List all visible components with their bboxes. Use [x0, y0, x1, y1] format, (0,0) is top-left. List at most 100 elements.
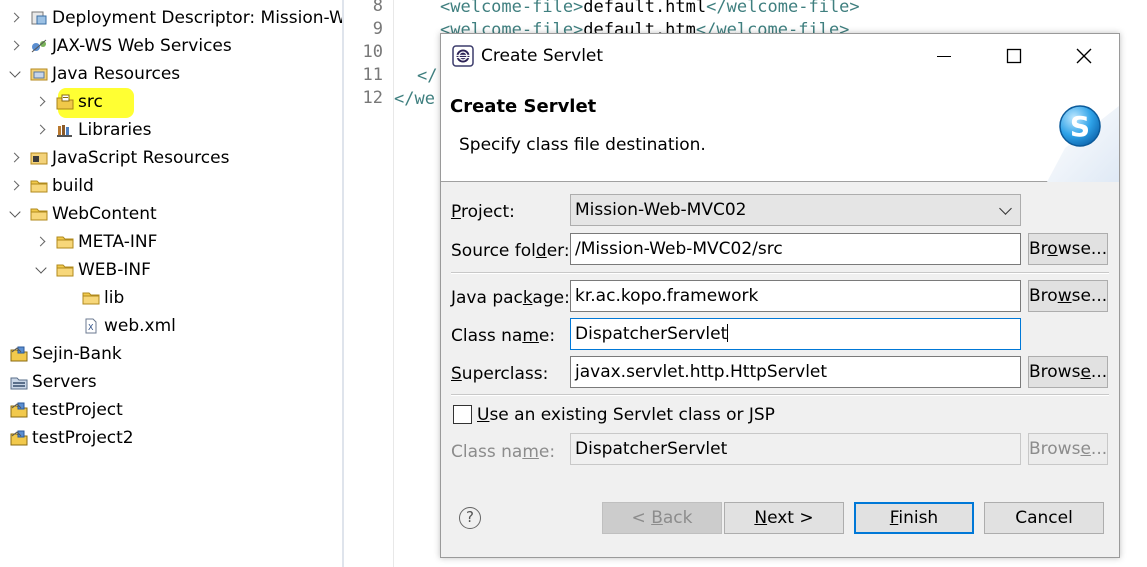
tree-item-label: Java Resources [52, 64, 181, 84]
maximize-icon [1006, 48, 1022, 64]
line-number: 11 [362, 65, 383, 85]
superclass-label: Superclass: [451, 364, 549, 384]
code-tag: </we [394, 89, 435, 109]
tree-item-label: build [52, 176, 94, 196]
tree-item[interactable]: META-INF [34, 228, 157, 256]
source-folder-icon [56, 94, 74, 110]
folder-icon [30, 206, 48, 222]
existing-class-name-input: DispatcherServlet [570, 433, 1021, 465]
tree-item-label: src [78, 92, 103, 112]
code-line[interactable]: </ [417, 65, 437, 88]
tree-item[interactable]: Servers [10, 368, 97, 396]
chevron-down-icon[interactable] [34, 263, 48, 277]
eclipse-icon [452, 45, 474, 67]
xml-file-icon: X [82, 318, 100, 334]
separator-highlight [451, 273, 1109, 274]
tree-item-label: Servers [32, 372, 97, 392]
use-existing-servlet-checkbox[interactable] [453, 405, 472, 424]
wizard-page-title: Create Servlet [450, 96, 597, 117]
tree-item[interactable]: Java Resources [8, 60, 180, 88]
chevron-right-icon[interactable] [34, 235, 48, 249]
javascript-resources-icon [30, 150, 48, 166]
code-text: default.html [583, 0, 707, 17]
chevron-down-icon[interactable] [8, 67, 22, 81]
superclass-browse-button[interactable]: Browse... [1028, 356, 1108, 388]
tree-item[interactable]: JAX-WS Web Services [8, 32, 232, 60]
code-line[interactable]: <welcome-file>default.html</welcome-file… [440, 0, 860, 19]
maximize-button[interactable] [979, 34, 1049, 78]
superclass-input[interactable]: javax.servlet.http.HttpServlet [570, 356, 1021, 388]
java-package-input[interactable]: kr.ac.kopo.framework [570, 280, 1021, 312]
dialog-title: Create Servlet [481, 46, 604, 66]
tree-item[interactable]: WEB-INF [34, 256, 151, 284]
next-button[interactable]: Next > [724, 502, 844, 534]
folder-icon [30, 178, 48, 194]
line-number: 9 [372, 19, 383, 39]
chevron-right-icon[interactable] [8, 179, 22, 193]
help-icon[interactable]: ? [459, 507, 481, 529]
project-combo[interactable]: Mission-Web-MVC02 [570, 194, 1021, 226]
dialog-titlebar[interactable]: Create Servlet [441, 34, 1119, 78]
use-existing-servlet-label[interactable]: Use an existing Servlet class or JSP [477, 405, 775, 425]
tree-item[interactable]: lib [82, 284, 124, 312]
minimize-button[interactable] [909, 34, 979, 78]
tree-item[interactable]: testProject2 [10, 424, 134, 452]
tree-item[interactable]: WebContent [8, 200, 157, 228]
svg-text:X: X [88, 323, 94, 332]
tree-item-label: JAX-WS Web Services [52, 36, 232, 56]
chevron-down-icon[interactable] [8, 207, 22, 221]
tree-item[interactable]: src [34, 88, 103, 116]
servlet-wizard-icon: S [1047, 88, 1119, 182]
project-icon [10, 346, 28, 362]
wizard-banner: Create Servlet Specify class file destin… [441, 78, 1119, 182]
line-number: 10 [362, 42, 383, 62]
tree-item[interactable]: build [8, 172, 94, 200]
separator-highlight [451, 395, 1109, 396]
finish-button[interactable]: Finish [854, 502, 974, 534]
chevron-right-icon[interactable] [8, 151, 22, 165]
chevron-right-icon[interactable] [8, 39, 22, 53]
tree-item-label: JavaScript Resources [52, 148, 230, 168]
chevron-right-icon[interactable] [34, 95, 48, 109]
project-label: Project: [451, 202, 515, 222]
java-resources-icon [30, 66, 48, 82]
chevron-down-icon [999, 202, 1012, 215]
tree-item[interactable]: Deployment Descriptor: Mission-W [8, 4, 342, 32]
tree-item[interactable]: testProject [10, 396, 123, 424]
project-explorer: Deployment Descriptor: Mission-W JAX-WS W… [0, 0, 342, 567]
class-name-input[interactable]: DispatcherServlet [570, 318, 1021, 350]
tree-item[interactable]: Xweb.xml [82, 312, 176, 340]
cancel-button[interactable]: Cancel [984, 502, 1104, 534]
line-number: 12 [362, 88, 383, 108]
close-button[interactable] [1049, 34, 1119, 78]
tree-item[interactable]: Libraries [34, 116, 151, 144]
source-folder-label: Source folder: [451, 241, 570, 261]
tree-item-label: web.xml [104, 316, 176, 336]
chevron-right-icon[interactable] [34, 123, 48, 137]
tree-item-label: WebContent [52, 204, 157, 224]
folder-icon [56, 262, 74, 278]
tree-item-label: Sejin-Bank [32, 344, 122, 364]
servers-folder-icon [10, 374, 28, 390]
source-folder-input[interactable]: /Mission-Web-MVC02/src [570, 233, 1021, 265]
project-combo-value: Mission-Web-MVC02 [575, 200, 747, 220]
tree-item-label: Libraries [78, 120, 152, 140]
close-icon [1076, 48, 1092, 64]
project-icon [10, 430, 28, 446]
tree-item[interactable]: JavaScript Resources [8, 144, 229, 172]
tree-item-label: META-INF [78, 232, 158, 252]
tree-item[interactable]: Sejin-Bank [10, 340, 122, 368]
folder-icon [56, 234, 74, 250]
code-tag: </ [417, 66, 438, 86]
code-line[interactable]: </we [394, 88, 435, 111]
tree-item-label: lib [104, 288, 125, 308]
project-icon [10, 402, 28, 418]
tree-item-label: Deployment Descriptor: Mission-W [52, 8, 342, 28]
source-folder-browse-button[interactable]: Browse... [1028, 233, 1108, 265]
code-tag: <welcome-file> [440, 0, 584, 17]
class-name-label: Class name: [451, 326, 556, 346]
chevron-right-icon[interactable] [8, 11, 22, 25]
tree-item-label: testProject [32, 400, 123, 420]
java-package-browse-button[interactable]: Browse... [1028, 280, 1108, 312]
existing-class-name-label: Class name: [451, 442, 556, 462]
